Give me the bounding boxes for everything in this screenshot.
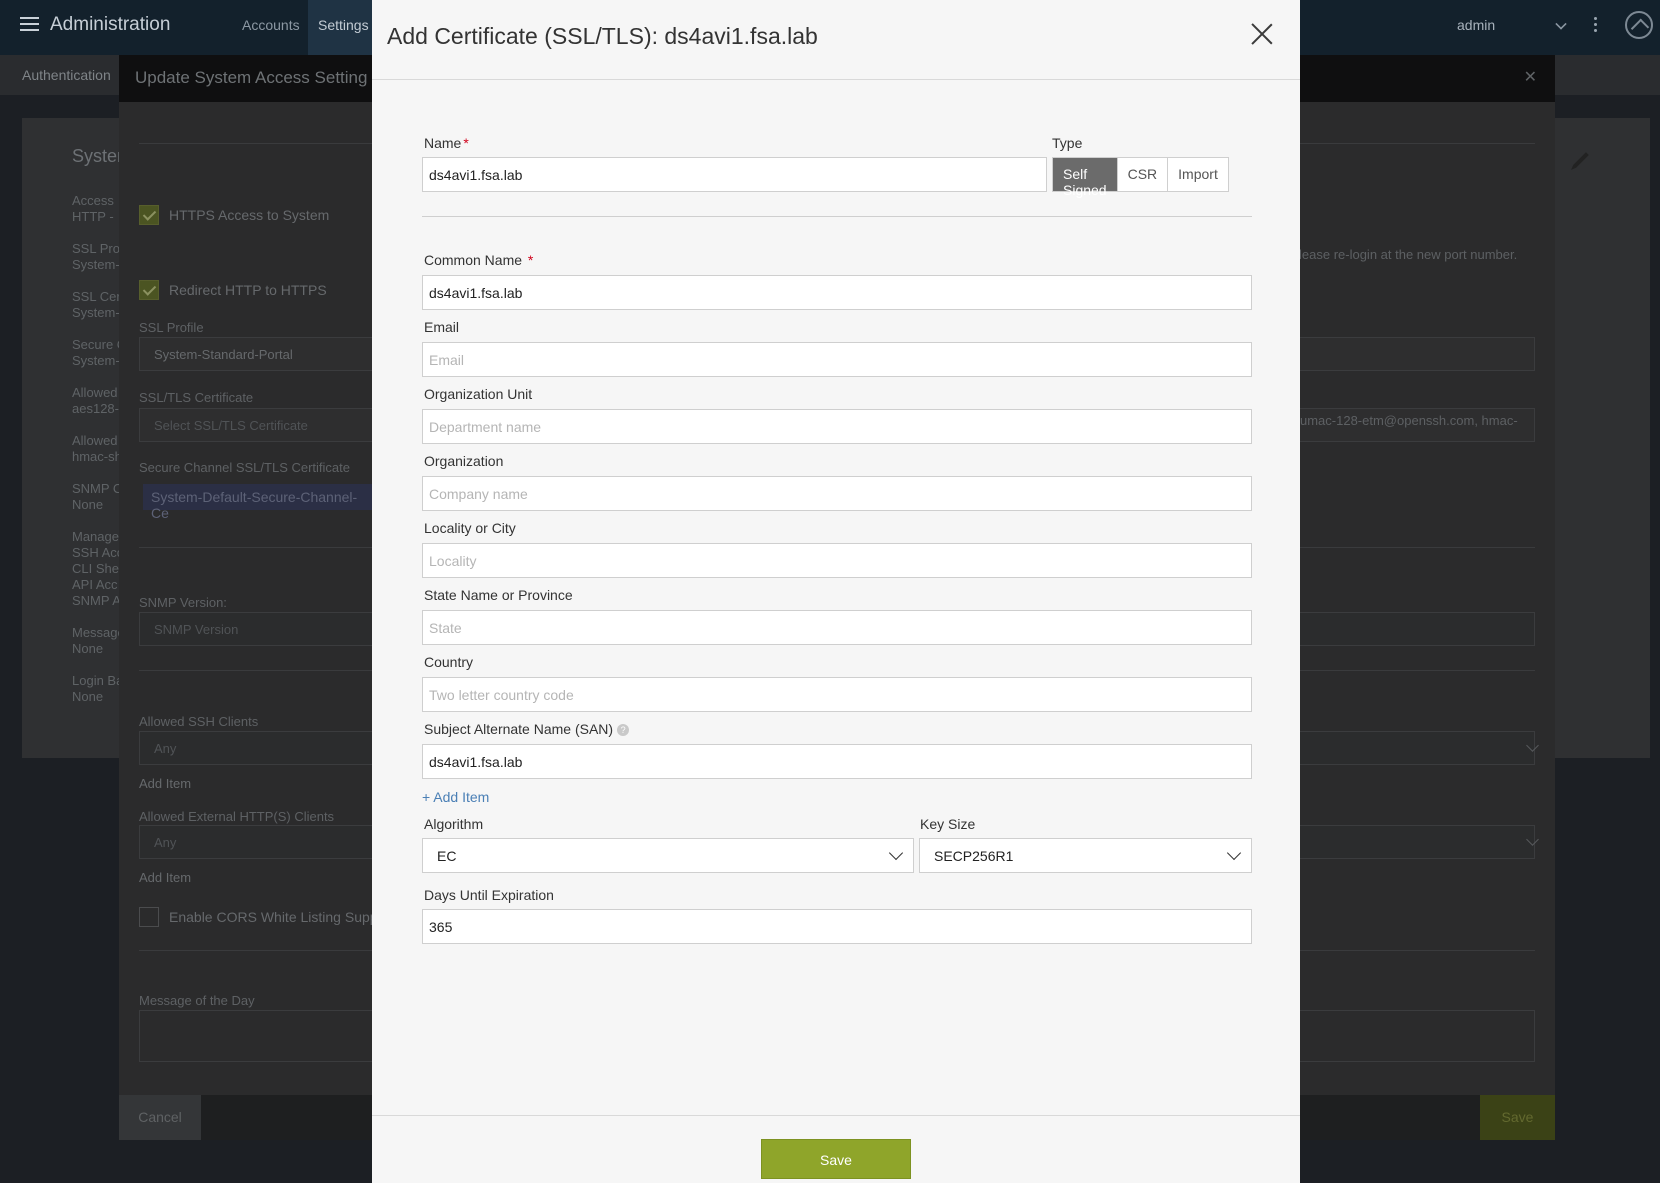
- summary-line: CLI She: [72, 561, 119, 576]
- redirect-label: Redirect HTTP to HTTPS: [169, 282, 327, 298]
- https-access-checkbox[interactable]: [139, 205, 159, 225]
- summary-line: System-: [72, 257, 120, 272]
- state-label: State Name or Province: [424, 587, 573, 603]
- summary-line: None: [72, 689, 104, 704]
- summary-line: Manage: [72, 529, 119, 544]
- type-label: Type: [1052, 135, 1083, 151]
- summary-line: Allowed: [72, 385, 118, 400]
- summary-line: SNMP C: [72, 481, 123, 496]
- country-label: Country: [424, 654, 474, 670]
- summary-line: SSL Pro: [72, 241, 120, 256]
- email-label: Email: [424, 319, 460, 335]
- summary-line: Allowed: [72, 433, 118, 448]
- days-input[interactable]: [422, 909, 1252, 944]
- required-mark: *: [463, 135, 469, 151]
- ssl-cert-label: SSL/TLS Certificate: [139, 390, 254, 405]
- organization-label: Organization: [424, 453, 504, 469]
- required-mark: *: [527, 252, 534, 268]
- country-input[interactable]: [422, 677, 1252, 712]
- key-size-value: SECP256R1: [934, 848, 1014, 864]
- modal-title: Add Certificate (SSL/TLS): ds4avi1.fsa.l…: [387, 23, 818, 49]
- key-size-label: Key Size: [920, 816, 976, 832]
- summary-line: Login Ba: [72, 673, 124, 688]
- add-item-link[interactable]: Add Item: [139, 776, 191, 791]
- motd-label: Message of the Day: [139, 993, 255, 1008]
- locality-label: Locality or City: [424, 520, 516, 536]
- summary-line: SNMP A: [72, 593, 121, 608]
- type-toggle-group: Self Signed CSR Import: [1052, 157, 1229, 198]
- tab-authentication[interactable]: Authentication: [22, 67, 111, 83]
- cors-label: Enable CORS White Listing Suppo: [169, 909, 386, 925]
- redirect-checkbox[interactable]: [139, 280, 159, 300]
- summary-line: SSL Cer: [72, 289, 121, 304]
- add-item-link[interactable]: + Add Item: [422, 789, 489, 805]
- add-certificate-modal: Add Certificate (SSL/TLS): ds4avi1.fsa.l…: [372, 0, 1300, 1183]
- summary-line: HTTP -: [72, 209, 114, 224]
- chevron-down-icon[interactable]: [1555, 18, 1567, 30]
- name-input[interactable]: [422, 157, 1047, 192]
- app-title: Administration: [50, 14, 171, 35]
- algorithm-value: EC: [437, 848, 457, 864]
- org-unit-input[interactable]: [422, 409, 1252, 444]
- summary-line: aes128-: [72, 401, 119, 416]
- access-modal-title: Update System Access Setting: [135, 68, 368, 87]
- algorithm-label: Algorithm: [424, 816, 484, 832]
- organization-input[interactable]: [422, 476, 1252, 511]
- type-import-button[interactable]: Import: [1167, 158, 1228, 191]
- summary-line: System-: [72, 353, 120, 368]
- summary-line: Access: [72, 193, 114, 208]
- hamburger-menu-icon[interactable]: [20, 17, 39, 32]
- email-input[interactable]: [422, 342, 1252, 377]
- save-button[interactable]: Save: [1480, 1095, 1555, 1140]
- save-button[interactable]: Save: [761, 1139, 911, 1179]
- modal-header: Add Certificate (SSL/TLS): ds4avi1.fsa.l…: [372, 0, 1300, 80]
- summary-line: System-: [72, 305, 120, 320]
- port-note: lease re-login at the new port number.: [1299, 247, 1518, 262]
- nav-settings[interactable]: Settings: [308, 0, 379, 55]
- mac-value: umac-128-etm@openssh.com, hmac-: [1300, 413, 1518, 428]
- common-name-input[interactable]: [422, 275, 1252, 310]
- https-access-label: HTTPS Access to System: [169, 207, 330, 223]
- divider: [422, 216, 1252, 217]
- summary-line: Message: [72, 625, 125, 640]
- chevron-down-icon: [1226, 845, 1242, 861]
- type-csr-button[interactable]: CSR: [1116, 158, 1168, 191]
- ssh-clients-label: Allowed SSH Clients: [139, 714, 259, 729]
- help-icon[interactable]: ?: [617, 724, 630, 736]
- logo-icon: [1625, 11, 1653, 39]
- add-item-link[interactable]: Add Item: [139, 870, 191, 885]
- ssl-profile-label: SSL Profile: [139, 320, 204, 335]
- cancel-button[interactable]: Cancel: [119, 1095, 201, 1140]
- days-label: Days Until Expiration: [424, 887, 554, 903]
- key-size-select[interactable]: SECP256R1: [919, 838, 1252, 873]
- name-label: Name *: [424, 135, 469, 151]
- algorithm-select[interactable]: EC: [422, 838, 914, 873]
- org-unit-label: Organization Unit: [424, 386, 533, 402]
- chevron-down-icon: [888, 845, 904, 861]
- user-menu[interactable]: admin: [1457, 17, 1495, 33]
- common-name-label: Common Name *: [424, 252, 534, 268]
- type-self-signed-button[interactable]: Self Signed: [1053, 158, 1117, 198]
- summary-line: hmac-sh: [72, 449, 122, 464]
- cors-checkbox[interactable]: [139, 907, 159, 927]
- locality-input[interactable]: [422, 543, 1252, 578]
- state-input[interactable]: [422, 610, 1252, 645]
- close-icon[interactable]: ✕: [1524, 67, 1537, 87]
- nav-accounts[interactable]: Accounts: [242, 17, 300, 33]
- http-clients-label: Allowed External HTTP(S) Clients: [139, 809, 335, 824]
- summary-line: SSH Acc: [72, 545, 124, 560]
- secure-channel-value[interactable]: System-Default-Secure-Channel-Ce: [143, 484, 383, 521]
- summary-line: None: [72, 497, 104, 512]
- summary-line: None: [72, 641, 104, 656]
- kebab-menu-icon[interactable]: [1594, 17, 1598, 35]
- summary-line: API Acc: [72, 577, 118, 592]
- san-input[interactable]: [422, 744, 1252, 779]
- modal-footer: Save: [372, 1115, 1300, 1183]
- snmp-version-label: SNMP Version:: [139, 595, 227, 610]
- secure-channel-label: Secure Channel SSL/TLS Certificate: [139, 460, 350, 475]
- san-label: Subject Alternate Name (SAN)?: [424, 721, 630, 737]
- close-icon[interactable]: [1250, 22, 1274, 46]
